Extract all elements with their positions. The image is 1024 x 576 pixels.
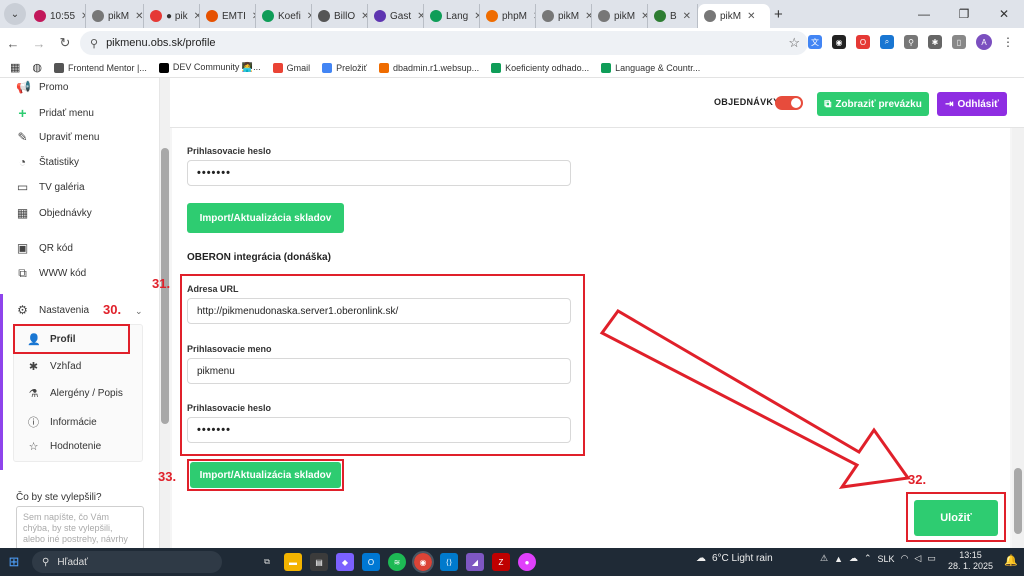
- annotation-arrow-shape: [599, 309, 911, 489]
- task-view-icon[interactable]: ⧉: [258, 553, 276, 571]
- clock-time: 13:15: [959, 550, 982, 560]
- weather-text: 6°C Light rain: [712, 553, 773, 564]
- battery-icon[interactable]: ▭: [927, 553, 936, 564]
- file-explorer-icon[interactable]: ▬: [284, 553, 302, 571]
- clock-date: 28. 1. 2025: [948, 561, 994, 571]
- tray-app-icon[interactable]: ▲: [834, 554, 843, 564]
- windows-start-icon[interactable]: ⊞: [0, 554, 28, 570]
- wifi-icon[interactable]: ◠: [901, 553, 909, 564]
- taskbar-apps: ⧉ ▬ ▤ ◆ O ≋ ◉ ⟨⟩ ◢ Z ●: [258, 551, 536, 573]
- taskbar-search-placeholder: Hľadať: [57, 556, 88, 568]
- speaker-icon[interactable]: ◁: [914, 553, 921, 564]
- cloud-rain-icon: ☁: [696, 553, 706, 564]
- taskbar-search[interactable]: ⚲ Hľadať: [32, 551, 222, 573]
- visual-studio-icon[interactable]: ◢: [466, 553, 484, 571]
- chevron-up-icon[interactable]: ⌃: [864, 553, 872, 564]
- taskbar-clock[interactable]: 13:15 28. 1. 2025: [948, 550, 993, 572]
- warning-icon[interactable]: ⚠: [820, 553, 828, 564]
- language-indicator[interactable]: SLK: [878, 554, 895, 564]
- vscode-icon[interactable]: ⟨⟩: [440, 553, 458, 571]
- outlook-icon[interactable]: O: [362, 553, 380, 571]
- filezilla-icon[interactable]: Z: [492, 553, 510, 571]
- paint-icon[interactable]: ●: [518, 553, 536, 571]
- weather-widget[interactable]: ☁ 6°C Light rain: [696, 553, 773, 564]
- store-icon[interactable]: ▤: [310, 553, 328, 571]
- search-icon: ⚲: [42, 556, 50, 568]
- onedrive-icon[interactable]: ☁: [849, 553, 858, 564]
- chrome-icon[interactable]: ◉: [412, 551, 434, 573]
- annotation-arrow: [599, 309, 911, 489]
- copilot-icon[interactable]: ◆: [336, 553, 354, 571]
- notification-bell-icon[interactable]: 🔔: [1004, 554, 1018, 567]
- system-tray: ⚠ ▲ ☁ ⌃ SLK ◠ ◁ ▭: [820, 553, 936, 564]
- spotify-icon[interactable]: ≋: [388, 553, 406, 571]
